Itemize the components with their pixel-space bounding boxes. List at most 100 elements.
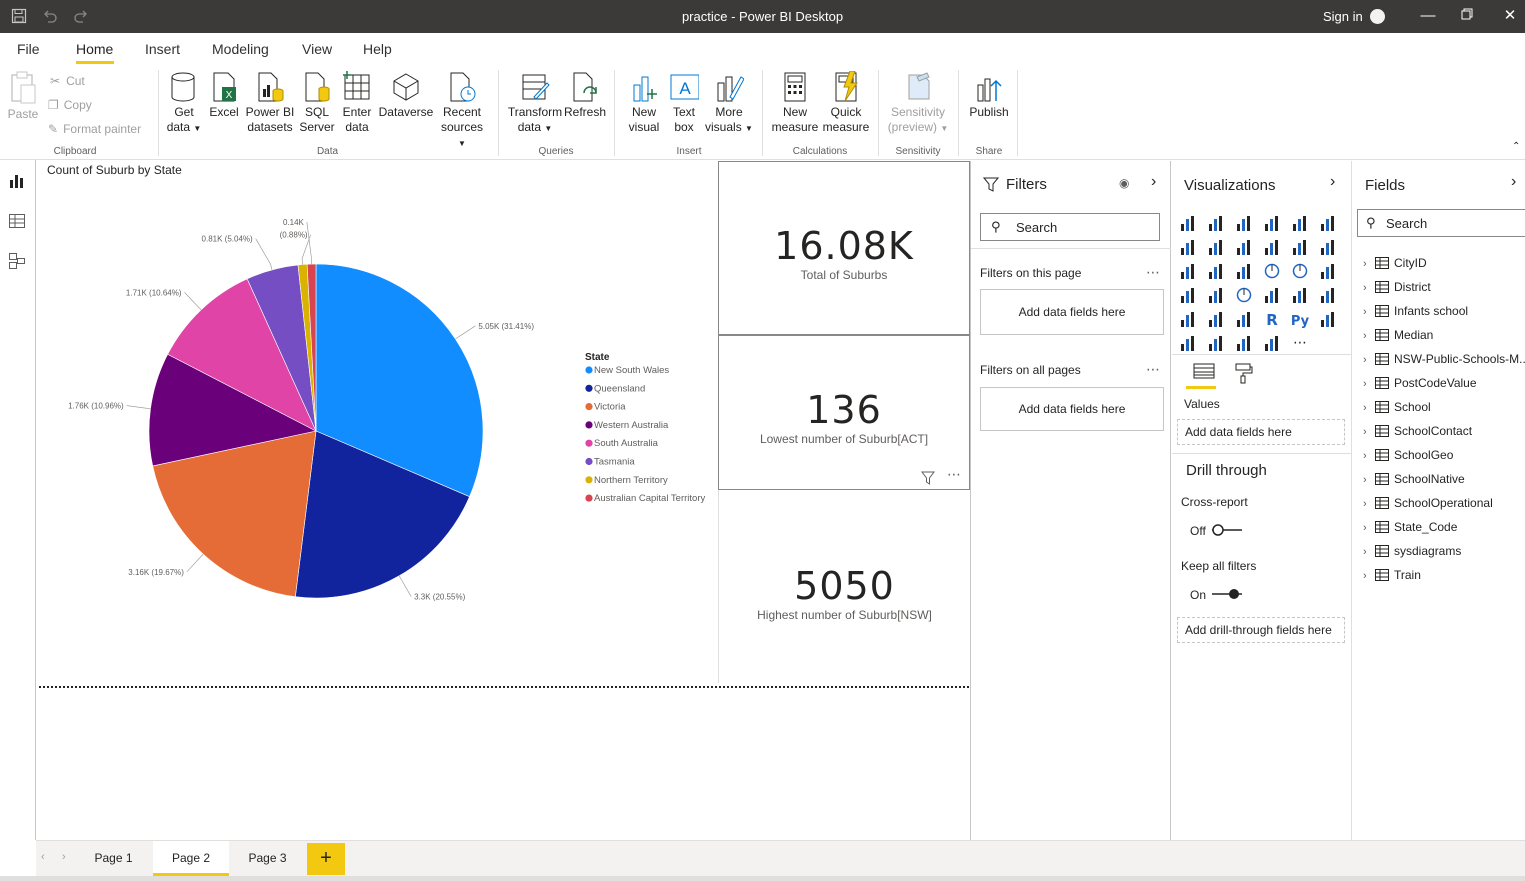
chevron-right-icon[interactable]: › (1363, 354, 1375, 366)
format-painter-button[interactable]: ✎ Format painter (48, 122, 141, 136)
kpi-icon[interactable] (1321, 288, 1334, 303)
paste-button[interactable]: Paste (6, 71, 40, 122)
chevron-right-icon[interactable]: › (1363, 570, 1375, 582)
funnel-icon[interactable] (1209, 264, 1222, 279)
chevron-right-icon[interactable]: › (1363, 522, 1375, 534)
pie-chart-visual[interactable]: Count of Suburb by State 5.05K (31.41%) 3… (37, 161, 717, 681)
waterfall-icon[interactable] (1181, 264, 1194, 279)
power-bi-datasets-button[interactable]: Power BI datasets (244, 71, 296, 135)
menu-insert[interactable]: Insert (145, 41, 180, 57)
matrix-icon[interactable] (1237, 312, 1250, 327)
more-options-icon[interactable]: ⋯ (1146, 361, 1161, 378)
legend-item[interactable]: New South Wales (594, 365, 669, 376)
excel-button[interactable]: X Excel (208, 71, 240, 120)
more-visuals-button[interactable]: More visuals ▼ (704, 71, 754, 136)
previous-page-icon[interactable]: ‹ (41, 851, 45, 863)
field-table-item[interactable]: › State_Code (1363, 520, 1457, 540)
more-options-icon[interactable]: ⋯ (1146, 264, 1161, 281)
field-table-item[interactable]: › Median (1363, 328, 1433, 348)
chevron-right-icon[interactable]: › (1363, 306, 1375, 318)
ribbon-chart-icon[interactable] (1321, 240, 1334, 255)
chevron-right-icon[interactable]: › (1363, 402, 1375, 414)
slicer-icon[interactable] (1181, 312, 1194, 327)
menu-file[interactable]: File (17, 41, 40, 57)
card-highest-suburb[interactable]: 5050 Highest number of Suburb[NSW] (718, 490, 970, 683)
collapse-pane-icon[interactable]: › (1511, 173, 1516, 191)
dataverse-button[interactable]: Dataverse (378, 71, 434, 120)
menu-help[interactable]: Help (363, 41, 392, 57)
qa-icon[interactable] (1209, 336, 1222, 351)
get-data-button[interactable]: Get data ▼ (164, 71, 204, 136)
minimize-icon[interactable]: — (1418, 6, 1438, 26)
line-chart-icon[interactable] (1181, 240, 1194, 255)
menu-home[interactable]: Home (76, 41, 113, 57)
chevron-right-icon[interactable]: › (1363, 330, 1375, 342)
100-bar-icon[interactable] (1293, 216, 1306, 231)
filters-search-input[interactable]: ⚲ Search (980, 213, 1160, 241)
chevron-right-icon[interactable]: › (1363, 450, 1375, 462)
filter-icon[interactable] (921, 471, 935, 488)
sensitivity-button[interactable]: Sensitivity (preview) ▼ (884, 71, 952, 136)
card-lowest-suburb[interactable]: 136 Lowest number of Suburb[ACT] ⋯ (718, 335, 970, 490)
legend-item[interactable]: Queensland (594, 383, 645, 394)
chevron-right-icon[interactable]: › (1363, 498, 1375, 510)
copy-button[interactable]: ❐ Copy (48, 98, 92, 112)
field-table-item[interactable]: › CityID (1363, 256, 1427, 276)
fields-search-input[interactable]: ⚲ Search (1357, 209, 1525, 237)
avatar[interactable] (1370, 9, 1385, 24)
key-influencers-icon[interactable] (1321, 312, 1334, 327)
data-view-icon[interactable] (8, 212, 26, 230)
publish-button[interactable]: Publish (966, 71, 1012, 120)
model-view-icon[interactable] (8, 252, 26, 270)
cut-button[interactable]: ✂ Cut (50, 74, 85, 88)
menu-view[interactable]: View (302, 41, 332, 57)
page-tab-3[interactable]: Page 3 (231, 841, 304, 876)
values-dropzone[interactable]: Add data fields here (1177, 419, 1345, 445)
filters-page-dropzone[interactable]: Add data fields here (980, 289, 1164, 335)
field-table-item[interactable]: › NSW-Public-Schools-M... (1363, 352, 1525, 372)
card-icon[interactable] (1265, 288, 1278, 303)
field-table-item[interactable]: › SchoolOperational (1363, 496, 1493, 516)
paint-roller-icon[interactable] (1234, 362, 1254, 384)
sign-in-link[interactable]: Sign in (1323, 9, 1363, 24)
collapse-pane-icon[interactable]: › (1330, 173, 1335, 191)
chevron-right-icon[interactable]: › (1363, 546, 1375, 558)
add-page-button[interactable]: + (307, 843, 345, 875)
clustered-bar-icon[interactable] (1237, 216, 1250, 231)
field-table-item[interactable]: › School (1363, 400, 1431, 420)
scatter-icon[interactable] (1237, 264, 1250, 279)
fields-tab-icon[interactable] (1193, 362, 1215, 382)
table-icon[interactable] (1209, 312, 1222, 327)
sql-server-button[interactable]: SQL Server (299, 71, 335, 135)
field-table-item[interactable]: › SchoolNative (1363, 472, 1465, 492)
legend-item[interactable]: Western Australia (594, 420, 669, 431)
quick-measure-button[interactable]: Quick measure (820, 71, 872, 135)
stacked-bar-icon[interactable] (1181, 216, 1194, 231)
new-visual-button[interactable]: New visual (624, 71, 664, 135)
field-table-item[interactable]: › sysdiagrams (1363, 544, 1461, 564)
page-tab-1[interactable]: Page 1 (76, 841, 151, 876)
enter-data-button[interactable]: Enter data (339, 71, 375, 135)
100-column-icon[interactable] (1321, 216, 1334, 231)
restore-icon[interactable] (1457, 6, 1477, 26)
field-table-item[interactable]: › Train (1363, 568, 1421, 588)
r-visual-icon[interactable]: R (1266, 311, 1278, 329)
stacked-column-icon[interactable] (1209, 216, 1222, 231)
keep-all-filters-toggle[interactable] (1210, 587, 1244, 601)
close-icon[interactable]: ✕ (1500, 6, 1520, 26)
python-visual-icon[interactable]: Py (1291, 314, 1310, 329)
text-box-button[interactable]: A Text box (666, 71, 702, 135)
more-visuals-icon[interactable]: ⋯ (1293, 335, 1307, 351)
cross-report-toggle[interactable] (1210, 523, 1244, 537)
legend-item[interactable]: South Australia (594, 438, 659, 449)
card-total-suburbs[interactable]: 16.08K Total of Suburbs (718, 161, 970, 335)
chevron-right-icon[interactable]: › (1363, 426, 1375, 438)
filters-all-pages-dropzone[interactable]: Add data fields here (980, 387, 1164, 431)
treemap-icon[interactable] (1321, 264, 1334, 279)
field-table-item[interactable]: › Infants school (1363, 304, 1468, 324)
map-icon[interactable] (1181, 288, 1194, 303)
chevron-right-icon[interactable]: › (1363, 282, 1375, 294)
donut-icon[interactable] (1292, 263, 1308, 279)
eye-icon[interactable]: ◉ (1119, 176, 1129, 190)
field-table-item[interactable]: › District (1363, 280, 1431, 300)
